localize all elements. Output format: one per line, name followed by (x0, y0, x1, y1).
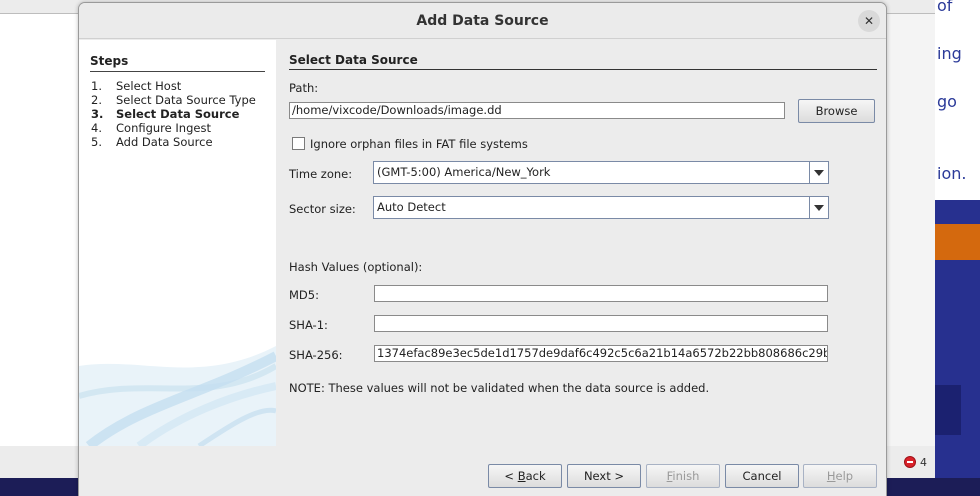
step-item: 1. Select Host (91, 79, 256, 93)
background-text-fragment: go (937, 92, 957, 111)
md5-input[interactable] (374, 285, 828, 302)
step-label: Select Data Source (116, 107, 240, 121)
timezone-dropdown[interactable]: (GMT-5:00) America/New_York (373, 161, 829, 184)
sector-size-dropdown[interactable]: Auto Detect (373, 196, 829, 219)
dialog-footer: < Back Next > Finish Cancel Help (79, 447, 886, 496)
background-left-pane (0, 14, 78, 446)
background-text-fragment: ing (937, 44, 962, 63)
next-button[interactable]: Next > (567, 464, 641, 488)
select-data-source-panel: Select Data Source Path: /home/vixcode/D… (276, 40, 886, 446)
timezone-label: Time zone: (289, 167, 353, 181)
back-mnemonic: B (517, 469, 526, 483)
step-number: 2. (91, 93, 102, 107)
back-prefix: < (504, 469, 518, 483)
back-button[interactable]: < Back (488, 464, 562, 488)
chevron-down-icon[interactable] (809, 197, 828, 218)
timezone-value: (GMT-5:00) America/New_York (377, 165, 551, 179)
chevron-down-icon[interactable] (809, 162, 828, 183)
step-number: 5. (91, 135, 102, 149)
background-strip (886, 14, 935, 484)
step-label: Select Host (116, 79, 182, 93)
path-input[interactable]: /home/vixcode/Downloads/image.dd (289, 102, 785, 119)
dialog-titlebar[interactable]: Add Data Source ✕ (79, 3, 886, 39)
step-item: 5. Add Data Source (91, 135, 256, 149)
sha1-input[interactable] (374, 315, 828, 332)
finish-button[interactable]: Finish (646, 464, 720, 488)
sector-size-label: Sector size: (289, 202, 356, 216)
step-label: Configure Ingest (116, 121, 211, 135)
dialog-title: Add Data Source (416, 13, 549, 29)
steps-list: 1. Select Host 2. Select Data Source Type 3.… (91, 79, 256, 149)
validation-note: NOTE: These values will not be validated… (289, 381, 710, 395)
background-dark-box (935, 385, 961, 435)
step-item: 2. Select Data Source Type (91, 93, 256, 107)
sha256-label: SHA-256: (289, 348, 343, 362)
section-title: Select Data Source (289, 53, 877, 70)
steps-header: Steps (90, 54, 265, 72)
step-item: 4. Configure Ingest (91, 121, 256, 135)
help-mnemonic: H (826, 469, 836, 483)
sector-size-value: Auto Detect (377, 200, 446, 214)
browse-button[interactable]: Browse (798, 99, 875, 123)
dialog-body: Steps 1. Select Host 2. Select Data Source … (79, 40, 886, 446)
step-item: 3. Select Data Source (91, 107, 256, 121)
background-orange-button[interactable] (935, 224, 980, 260)
step-number: 1. (91, 79, 102, 93)
background-right-bottom (935, 478, 980, 496)
ignore-orphan-label: Ignore orphan files in FAT file systems (310, 137, 528, 151)
sha256-value: 1374efac89e3ec5de1d1757de9daf6c492c5c6a2… (377, 346, 828, 360)
background-text-fragment: ion. (937, 164, 967, 183)
sha1-label: SHA-1: (289, 318, 328, 332)
close-button[interactable]: ✕ (858, 10, 880, 32)
error-count: 4 (920, 455, 927, 469)
steps-panel: Steps 1. Select Host 2. Select Data Source … (79, 40, 276, 446)
md5-label: MD5: (289, 288, 319, 302)
cancel-button[interactable]: Cancel (725, 464, 799, 488)
wizard-swoosh-graphic (79, 346, 276, 446)
add-data-source-dialog: Add Data Source ✕ Steps 1. Select Host 2. S… (78, 2, 887, 496)
sha256-input[interactable]: 1374efac89e3ec5de1d1757de9daf6c492c5c6a2… (374, 345, 828, 362)
path-label: Path: (289, 81, 319, 95)
ignore-orphan-checkbox[interactable] (292, 137, 305, 150)
close-icon: ✕ (863, 14, 875, 28)
step-label: Add Data Source (116, 135, 213, 149)
help-rest: elp (835, 469, 854, 483)
step-number: 3. (91, 107, 104, 121)
help-button[interactable]: Help (803, 464, 877, 488)
hash-values-label: Hash Values (optional): (289, 260, 423, 274)
stop-icon (904, 456, 916, 468)
step-label: Select Data Source Type (116, 93, 256, 107)
back-rest: ack (525, 469, 546, 483)
background-right-panel: of ing go ion. (935, 0, 980, 496)
finish-rest: inish (672, 469, 700, 483)
error-status-indicator[interactable]: 4 (890, 452, 935, 472)
step-number: 4. (91, 121, 102, 135)
background-text-fragment: of (937, 0, 953, 15)
